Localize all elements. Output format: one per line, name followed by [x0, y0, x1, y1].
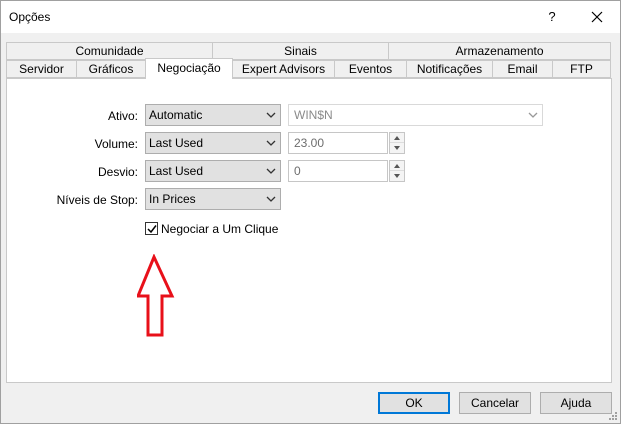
window-title: Opções: [9, 10, 51, 24]
chevron-down-icon: [266, 112, 276, 118]
volume-amount-value: 23.00: [294, 136, 325, 150]
ok-button[interactable]: OK: [378, 392, 450, 414]
chevron-down-icon: [266, 168, 276, 174]
help-icon[interactable]: ?: [539, 4, 565, 30]
tab-servidor[interactable]: Servidor: [6, 60, 77, 78]
volume-amount-input[interactable]: 23.00: [288, 132, 388, 154]
triangle-up-icon: [394, 164, 400, 168]
volume-select[interactable]: Last Used: [145, 132, 281, 154]
checkmark-icon: [147, 225, 157, 234]
niveis-de-stop-select[interactable]: In Prices: [145, 188, 281, 210]
spin-down-button[interactable]: [390, 171, 404, 181]
ativo-value: Automatic: [149, 108, 203, 122]
chevron-down-icon: [266, 196, 276, 202]
symbol-select[interactable]: WIN$N: [288, 104, 543, 126]
help-button[interactable]: Ajuda: [540, 392, 612, 414]
desvio-amount-value: 0: [294, 164, 301, 178]
tab-armazenamento[interactable]: Armazenamento: [388, 42, 611, 60]
triangle-down-icon: [394, 174, 400, 178]
close-icon[interactable]: [584, 4, 610, 30]
one-click-trading-checkbox[interactable]: [145, 222, 158, 235]
volume-value: Last Used: [149, 136, 204, 150]
tab-expert-advisors[interactable]: Expert Advisors: [232, 60, 335, 78]
one-click-trading-label: Negociar a Um Clique: [161, 222, 279, 236]
tab-notificacoes[interactable]: Notificações: [406, 60, 493, 78]
niveis-de-stop-value: In Prices: [149, 192, 196, 206]
triangle-up-icon: [394, 136, 400, 140]
triangle-down-icon: [394, 146, 400, 150]
tab-email[interactable]: Email: [492, 60, 553, 78]
resize-grip-icon[interactable]: [608, 411, 618, 421]
spin-up-button[interactable]: [390, 161, 404, 171]
symbol-value: WIN$N: [294, 108, 333, 122]
desvio-value: Last Used: [149, 164, 204, 178]
desvio-stepper[interactable]: [389, 160, 405, 182]
tab-graficos[interactable]: Gráficos: [76, 60, 146, 78]
niveis-de-stop-label: Níveis de Stop:: [56, 193, 138, 207]
desvio-select[interactable]: Last Used: [145, 160, 281, 182]
volume-label: Volume:: [94, 137, 138, 151]
red-arrow-up-icon: [137, 254, 175, 337]
tab-ftp[interactable]: FTP: [552, 60, 611, 78]
title-bar: Opções ?: [1, 1, 620, 33]
chevron-down-icon: [266, 140, 276, 146]
desvio-amount-input[interactable]: 0: [288, 160, 388, 182]
tab-negociacao[interactable]: Negociação: [145, 58, 233, 79]
tab-eventos[interactable]: Eventos: [334, 60, 407, 78]
cancel-button[interactable]: Cancelar: [459, 392, 531, 414]
ativo-select[interactable]: Automatic: [145, 104, 281, 126]
spin-up-button[interactable]: [390, 133, 404, 143]
tab-sinais[interactable]: Sinais: [212, 42, 389, 60]
spin-down-button[interactable]: [390, 143, 404, 153]
volume-stepper[interactable]: [389, 132, 405, 154]
ativo-label: Ativo:: [107, 109, 138, 123]
options-dialog: Opções ? Comunidade Sinais Armazenamento…: [0, 0, 621, 424]
desvio-label: Desvio:: [97, 165, 138, 179]
chevron-down-icon: [528, 112, 538, 118]
